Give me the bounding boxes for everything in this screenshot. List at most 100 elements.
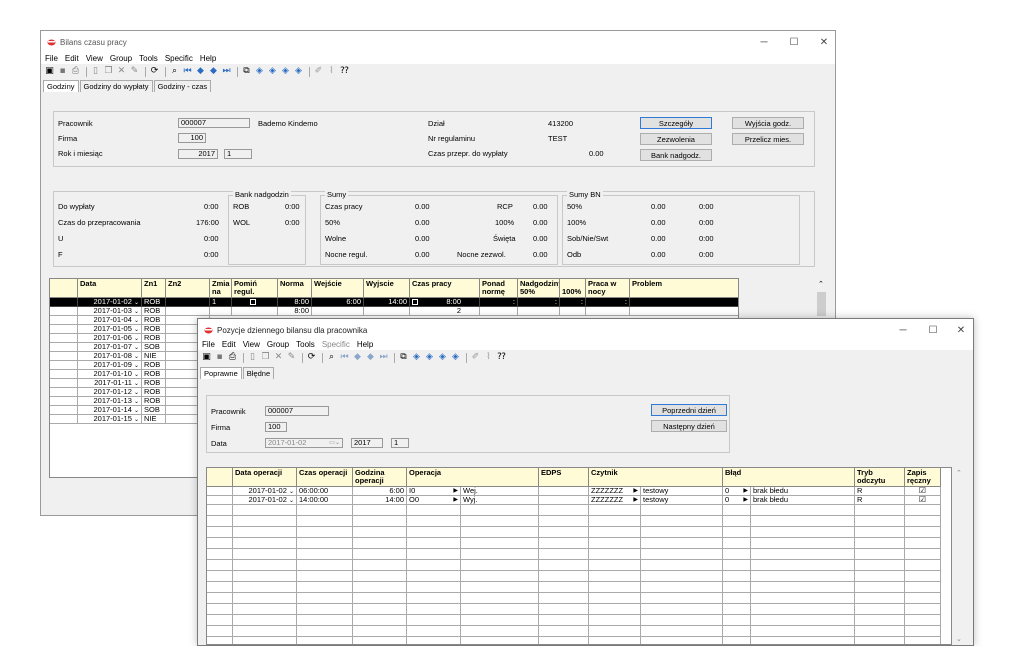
cell-blad-code[interactable]: 0 ▶ <box>723 496 751 505</box>
menu-help[interactable]: Help <box>357 340 373 349</box>
refresh-icon[interactable]: ⟳ <box>306 352 317 363</box>
row-selector[interactable] <box>207 496 233 505</box>
cell-edps[interactable] <box>539 487 589 496</box>
minimize-button[interactable]: ─ <box>888 319 918 341</box>
menu-edit[interactable]: Edit <box>65 54 79 63</box>
table-row[interactable]: 2017-01-07 ⌄ SOB <box>50 343 210 352</box>
cell-date[interactable]: 2017-01-12 ⌄ <box>78 388 142 397</box>
pracownik-field[interactable]: 000007 <box>265 406 329 416</box>
cell-praca-w-nocy[interactable]: : <box>586 298 630 307</box>
menu-view[interactable]: View <box>243 340 260 349</box>
dropdown-arrow-icon[interactable]: ▶ <box>743 496 748 504</box>
dropdown-arrow-icon[interactable]: ▶ <box>633 496 638 504</box>
cell-operacja-name[interactable]: Wyj. <box>461 496 539 505</box>
col-header-wejscie[interactable]: Wejście <box>312 279 364 298</box>
save-icon[interactable]: ▪ <box>214 352 225 363</box>
attach-icon[interactable]: ⌇ <box>483 352 494 363</box>
edit-icon[interactable]: ✎ <box>129 66 140 77</box>
query-count-icon[interactable]: ◈ <box>293 66 304 77</box>
cell-date[interactable]: 2017-01-05 ⌄ <box>78 325 142 334</box>
miesiac-field[interactable]: 1 <box>224 149 252 159</box>
help-icon[interactable]: ⁇ <box>496 352 507 363</box>
zezwolenia-button[interactable]: Zezwolenia <box>640 133 712 145</box>
cell-pomin[interactable] <box>232 298 278 307</box>
table-row[interactable]: 2017-01-04 ⌄ ROB <box>50 316 210 325</box>
cell-date[interactable]: 2017-01-04 ⌄ <box>78 316 142 325</box>
filter-icon[interactable]: ⧉ <box>398 352 409 363</box>
col-header-operacja[interactable]: Operacja <box>407 468 539 487</box>
dropdown-arrow-icon[interactable]: ▶ <box>453 487 458 495</box>
operations-grid-scrollbar[interactable]: ⌃ ⌄ <box>954 467 965 645</box>
table-row[interactable]: 2017-01-02 ⌄ 06:00:00 6:00 I0 ▶ Wej. ZZZZ… <box>207 487 941 496</box>
print-icon[interactable]: ⎙ <box>70 66 81 77</box>
col-header-data-operacji[interactable]: Data operacji <box>233 468 297 487</box>
copy-icon[interactable]: ❐ <box>260 352 271 363</box>
rok-field[interactable]: 2017 <box>178 149 218 159</box>
cell-godzina-operacji[interactable]: 6:00 <box>353 487 407 496</box>
cell-czytnik-name[interactable]: testowy <box>641 487 723 496</box>
col-header-zn1[interactable]: Zn1 <box>142 279 166 298</box>
szczegoly-button[interactable]: Szczegóły <box>640 117 712 129</box>
cell-date[interactable]: 2017-01-02 ⌄ <box>78 298 142 307</box>
table-row[interactable]: 2017-01-05 ⌄ ROB <box>50 325 210 334</box>
bank-nadgodz-button[interactable]: Bank nadgodz. <box>640 149 712 161</box>
menu-help[interactable]: Help <box>200 54 216 63</box>
row-selector[interactable] <box>50 370 78 379</box>
cell-zn1[interactable]: ROB <box>142 325 166 334</box>
menu-specific[interactable]: Specific <box>165 54 193 63</box>
col-header-czas-pracy[interactable]: Czas pracy <box>410 279 480 298</box>
tab-godziny-czas[interactable]: Godziny - czas <box>153 80 212 92</box>
col-header-pomin[interactable]: Pomiń regul. <box>232 279 278 298</box>
row-selector[interactable] <box>50 361 78 370</box>
cell-data-operacji[interactable]: 2017-01-02 ⌄ <box>233 496 297 505</box>
next-record-icon[interactable]: ◆ <box>208 66 219 77</box>
col-header-problem[interactable]: Problem <box>630 279 738 298</box>
calendar-dropdown-icon[interactable]: ▭⌄ <box>329 439 340 447</box>
cell-zn1[interactable]: SOB <box>142 406 166 415</box>
prev-record-icon[interactable]: ◆ <box>195 66 206 77</box>
cell-czas-operacji[interactable]: 14:00:00 <box>297 496 353 505</box>
wizard-icon[interactable]: ✐ <box>470 352 481 363</box>
cell-praca-w-nocy[interactable] <box>586 307 630 316</box>
cell-nadgodziny-100[interactable] <box>560 307 586 316</box>
cell-czytnik-code[interactable]: ZZZZZZZ ▶ <box>589 496 641 505</box>
table-row[interactable]: 2017-01-10 ⌄ ROB <box>50 370 210 379</box>
data-field[interactable]: 2017-01-02 ▭⌄ <box>265 438 343 448</box>
first-record-icon[interactable]: ⏮ <box>182 66 193 77</box>
table-row[interactable]: 2017-01-03 ⌄ ROB 8:00 2 <box>50 307 738 316</box>
attach-icon[interactable]: ⌇ <box>326 66 337 77</box>
close-button[interactable]: ✕ <box>809 31 835 53</box>
col-header-godzina-operacji[interactable]: Godzina operacji <box>353 468 407 487</box>
col-header-tryb-odczytu[interactable]: Tryb odczytu <box>855 468 905 487</box>
checkbox-checked-icon[interactable]: ☑ <box>919 487 926 495</box>
cell-zn1[interactable]: ROB <box>142 316 166 325</box>
cell-zn1[interactable]: ROB <box>142 298 166 307</box>
tab-godziny-do-wyplaty[interactable]: Godziny do wypłaty <box>79 80 153 92</box>
cell-problem[interactable] <box>630 307 738 316</box>
row-selector[interactable] <box>50 406 78 415</box>
row-selector[interactable] <box>50 415 78 424</box>
table-row[interactable]: 2017-01-14 ⌄ SOB <box>50 406 210 415</box>
cell-zn1[interactable]: SOB <box>142 343 166 352</box>
cell-zn1[interactable]: ROB <box>142 388 166 397</box>
cell-date[interactable]: 2017-01-10 ⌄ <box>78 370 142 379</box>
maximize-button[interactable]: ☐ <box>779 31 809 53</box>
cell-zn1[interactable]: ROB <box>142 307 166 316</box>
cell-date[interactable]: 2017-01-11 ⌄ <box>78 379 142 388</box>
table-row[interactable]: 2017-01-06 ⌄ ROB <box>50 334 210 343</box>
last-record-icon[interactable]: ⏭ <box>221 66 232 77</box>
query-run-icon[interactable]: ◈ <box>424 352 435 363</box>
cell-zapis-reczny[interactable]: ☑ <box>905 487 941 496</box>
query-clear-icon[interactable]: ◈ <box>437 352 448 363</box>
cell-edps[interactable] <box>539 496 589 505</box>
row-selector[interactable] <box>50 334 78 343</box>
copy-icon[interactable]: ❐ <box>103 66 114 77</box>
edit-icon[interactable]: ✎ <box>286 352 297 363</box>
find-icon[interactable]: ⌕ <box>326 352 337 363</box>
col-header-czas-operacji[interactable]: Czas operacji <box>297 468 353 487</box>
col-header-nadgodziny-100[interactable]: 100% <box>560 279 586 298</box>
query-run-icon[interactable]: ◈ <box>267 66 278 77</box>
table-row[interactable]: 2017-01-15 ⌄ NIE <box>50 415 210 424</box>
col-header-czytnik[interactable]: Czytnik <box>589 468 723 487</box>
cell-date[interactable]: 2017-01-08 ⌄ <box>78 352 142 361</box>
